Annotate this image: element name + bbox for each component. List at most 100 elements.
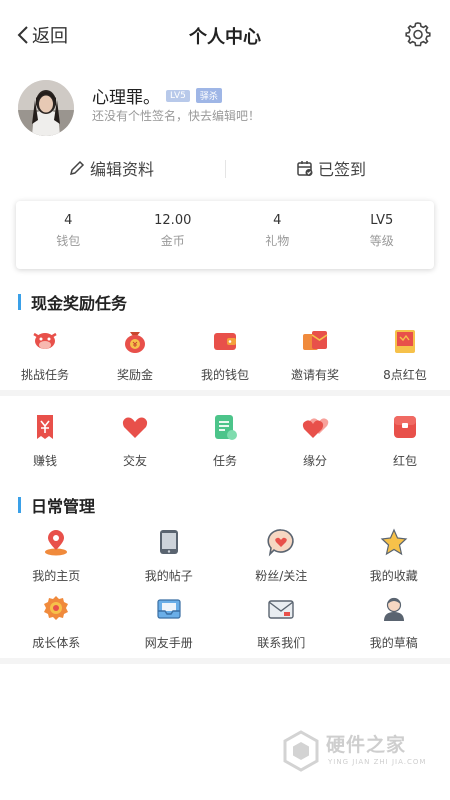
grid-item-growth-system[interactable]: 成长体系 bbox=[0, 594, 113, 651]
grid-item-earn-money[interactable]: 赚钱 bbox=[0, 412, 90, 469]
stats-card: 4 钱包 12.00 金币 4 礼物 LV5 等级 bbox=[16, 201, 434, 269]
grid-item-8pm-red-packet[interactable]: 8点红包 bbox=[360, 326, 450, 383]
grid-item-label: 粉丝/关注 bbox=[255, 569, 308, 583]
watermark-subtext: YING JIAN ZHI JIA.COM bbox=[328, 758, 427, 766]
section-title-text: 日常管理 bbox=[31, 497, 96, 516]
grid-item-label: 奖励金 bbox=[116, 368, 153, 382]
stat-value: LV5 bbox=[370, 213, 394, 228]
mail-icon bbox=[268, 600, 294, 619]
grid-item-my-drafts[interactable]: 我的草稿 bbox=[338, 594, 450, 651]
grid-item-my-favorites[interactable]: 我的收藏 bbox=[338, 527, 450, 584]
daily-management-row-2: 成长体系 网友手册 联系我们 我的草稿 bbox=[0, 594, 450, 651]
title-badge: 驿杀 bbox=[195, 88, 222, 103]
grid-item-label: 我的收藏 bbox=[369, 569, 418, 583]
grid-item-label: 缘分 bbox=[302, 454, 327, 468]
section-title-text: 现金奖励任务 bbox=[31, 294, 128, 313]
grid-item-label: 任务 bbox=[212, 454, 237, 468]
grid-item-make-friends[interactable]: 交友 bbox=[90, 412, 180, 469]
signin-label: 已签到 bbox=[318, 160, 367, 179]
section-accent-bar bbox=[18, 497, 21, 513]
grid-item-my-wallet[interactable]: 我的钱包 bbox=[180, 326, 270, 383]
daily-management-section-title: 日常管理 bbox=[18, 493, 95, 517]
tablet-icon bbox=[159, 530, 178, 554]
profile-actions: 编辑资料 已签到 bbox=[0, 150, 450, 188]
stat-wallet[interactable]: 4 钱包 bbox=[16, 201, 121, 269]
grid-item-fans-follow[interactable]: 粉丝/关注 bbox=[225, 527, 338, 584]
heart-bubble-icon bbox=[267, 529, 294, 557]
grid-item-label: 交友 bbox=[122, 454, 147, 468]
stat-value: 4 bbox=[273, 213, 282, 228]
star-icon bbox=[380, 528, 408, 556]
medal-icon bbox=[44, 596, 69, 620]
hexagon-logo-icon bbox=[283, 730, 319, 772]
daily-management-row-1: 我的主页 我的帖子 粉丝/关注 我的收藏 bbox=[0, 527, 450, 584]
grid-item-label: 我的草稿 bbox=[369, 636, 418, 650]
section-separator bbox=[0, 658, 450, 664]
person-icon bbox=[383, 597, 404, 621]
calendar-check-icon bbox=[297, 161, 313, 176]
signature-text[interactable]: 还没有个性签名，快去编辑吧！ bbox=[92, 107, 260, 124]
avatar-photo bbox=[18, 80, 74, 136]
grid-item-label: 成长体系 bbox=[32, 636, 81, 650]
stat-coins[interactable]: 12.00 金币 bbox=[121, 201, 226, 269]
inbox-icon bbox=[157, 599, 181, 619]
grid-item-label: 挑战任务 bbox=[20, 368, 69, 382]
section-separator bbox=[0, 390, 450, 396]
money-bag-icon bbox=[125, 332, 145, 353]
grid-item-my-posts[interactable]: 我的帖子 bbox=[113, 527, 226, 584]
gear-icon[interactable] bbox=[404, 20, 432, 48]
stat-label: 金币 bbox=[160, 234, 185, 248]
cash-reward-row-2: 赚钱 交友 任务 缘分 红包 bbox=[0, 412, 450, 469]
grid-item-label: 我的主页 bbox=[32, 569, 81, 583]
stat-label: 等级 bbox=[369, 234, 394, 248]
grid-item-bonus[interactable]: 奖励金 bbox=[90, 326, 180, 383]
grid-item-invite-reward[interactable]: 邀请有奖 bbox=[270, 326, 360, 383]
pencil-icon bbox=[69, 160, 85, 176]
stat-value: 4 bbox=[64, 213, 73, 228]
username: 心理罪。 bbox=[92, 88, 160, 108]
grid-item-contact-us[interactable]: 联系我们 bbox=[225, 594, 338, 651]
red-bag-icon bbox=[394, 416, 416, 438]
stat-label: 钱包 bbox=[56, 234, 81, 248]
red-packet-icon bbox=[395, 330, 415, 353]
location-pin-icon bbox=[45, 530, 68, 556]
task-list-icon bbox=[215, 415, 237, 440]
grid-item-label: 邀请有奖 bbox=[290, 368, 339, 382]
double-heart-icon bbox=[302, 418, 329, 438]
actions-divider bbox=[225, 160, 226, 178]
stat-gifts[interactable]: 4 礼物 bbox=[225, 201, 330, 269]
cash-reward-row-1: 挑战任务 奖励金 我的钱包 邀请有奖 8点红包 bbox=[0, 326, 450, 383]
profile-header: 心理罪。 LV5 驿杀 还没有个性签名，快去编辑吧！ bbox=[0, 76, 450, 136]
grid-item-label: 8点红包 bbox=[383, 368, 427, 382]
avatar[interactable] bbox=[18, 80, 74, 136]
grid-item-tasks[interactable]: 任务 bbox=[180, 412, 270, 469]
stat-value: 12.00 bbox=[154, 213, 192, 228]
heart-icon bbox=[122, 417, 148, 438]
grid-item-fate[interactable]: 缘分 bbox=[270, 412, 360, 469]
grid-item-my-homepage[interactable]: 我的主页 bbox=[0, 527, 113, 584]
top-nav-bar: 返回 个人中心 bbox=[0, 0, 450, 72]
signin-button[interactable]: 已签到 bbox=[296, 156, 366, 180]
cash-reward-section-title: 现金奖励任务 bbox=[18, 290, 127, 314]
grid-item-label: 网友手册 bbox=[144, 636, 193, 650]
grid-item-red-packet[interactable]: 红包 bbox=[360, 412, 450, 469]
red-envelope-invite-icon bbox=[303, 331, 328, 350]
section-accent-bar bbox=[18, 294, 21, 310]
cow-icon bbox=[33, 332, 57, 349]
grid-item-label: 赚钱 bbox=[32, 454, 57, 468]
edit-profile-button[interactable]: 编辑资料 bbox=[68, 156, 154, 180]
grid-item-label: 我的帖子 bbox=[144, 569, 193, 583]
stat-label: 礼物 bbox=[265, 234, 290, 248]
username-row: 心理罪。 LV5 驿杀 bbox=[92, 83, 222, 108]
level-badge: LV5 bbox=[166, 89, 190, 102]
stat-level[interactable]: LV5 等级 bbox=[330, 201, 435, 269]
watermark: 硬件之家 YING JIAN ZHI JIA.COM bbox=[282, 728, 442, 778]
wallet-icon bbox=[214, 333, 236, 350]
watermark-text: 硬件之家 bbox=[326, 734, 407, 756]
grid-item-user-manual[interactable]: 网友手册 bbox=[113, 594, 226, 651]
edit-profile-label: 编辑资料 bbox=[90, 160, 155, 179]
grid-item-challenge-task[interactable]: 挑战任务 bbox=[0, 326, 90, 383]
page-title: 个人中心 bbox=[189, 27, 261, 48]
grid-item-label: 联系我们 bbox=[257, 636, 306, 650]
grid-item-label: 我的钱包 bbox=[200, 368, 249, 382]
